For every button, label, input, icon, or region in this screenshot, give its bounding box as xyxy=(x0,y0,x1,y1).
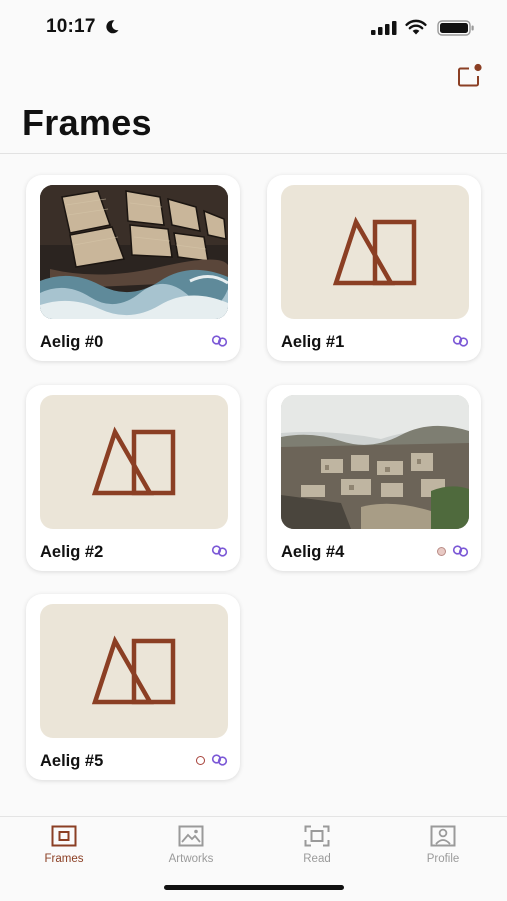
aelig-logo-icon xyxy=(332,216,417,286)
frame-thumbnail xyxy=(40,604,228,738)
image-icon xyxy=(178,825,204,847)
frame-name: Aelig #5 xyxy=(40,752,104,770)
frame-card[interactable]: Aelig #1 xyxy=(267,175,481,361)
frame-name: Aelig #4 xyxy=(281,543,345,561)
status-bar: 10:17 xyxy=(0,0,507,56)
frame-name: Aelig #2 xyxy=(40,543,104,561)
tab-label: Profile xyxy=(426,853,460,865)
frame-card[interactable]: Aelig #2 xyxy=(26,385,240,571)
scan-icon xyxy=(304,825,330,847)
link-icon[interactable] xyxy=(452,335,469,347)
frame-card[interactable]: Aelig #4 xyxy=(267,385,481,571)
frame-card[interactable]: Aelig #0 xyxy=(26,175,240,361)
link-icon[interactable] xyxy=(452,545,469,557)
tab-frames[interactable]: Frames xyxy=(14,825,114,865)
tab-label: Frames xyxy=(44,853,84,865)
frame-thumbnail xyxy=(281,395,469,529)
tab-profile[interactable]: Profile xyxy=(393,825,493,865)
status-time: 10:17 xyxy=(46,16,96,37)
aelig-logo-icon xyxy=(91,635,176,705)
ship-painting-image xyxy=(40,185,228,319)
tab-read[interactable]: Read xyxy=(267,825,367,865)
moon-icon xyxy=(106,20,119,34)
frame-card[interactable]: Aelig #5 xyxy=(26,594,240,780)
frame-thumbnail xyxy=(40,395,228,529)
frame-name: Aelig #0 xyxy=(40,333,104,351)
notification-frame-icon[interactable] xyxy=(456,63,482,89)
wifi-icon xyxy=(405,19,427,35)
link-icon[interactable] xyxy=(211,335,228,347)
tab-artworks[interactable]: Artworks xyxy=(141,825,241,865)
frame-name: Aelig #1 xyxy=(281,333,345,351)
link-icon[interactable] xyxy=(211,545,228,557)
tab-label: Artworks xyxy=(168,853,214,865)
signal-icon xyxy=(371,21,397,35)
status-dot xyxy=(196,755,205,765)
battery-icon xyxy=(437,20,474,36)
home-indicator[interactable] xyxy=(164,885,344,890)
city-photo-image xyxy=(281,395,469,529)
profile-icon xyxy=(430,825,456,847)
frame-thumbnail xyxy=(281,185,469,319)
tab-label: Read xyxy=(303,853,331,865)
link-icon[interactable] xyxy=(211,754,228,766)
page-title: Frames xyxy=(22,102,152,143)
status-dot xyxy=(437,546,446,556)
header-divider xyxy=(0,153,507,154)
aelig-logo-icon xyxy=(91,426,176,496)
frame-thumbnail xyxy=(40,185,228,319)
frame-icon xyxy=(51,825,77,847)
